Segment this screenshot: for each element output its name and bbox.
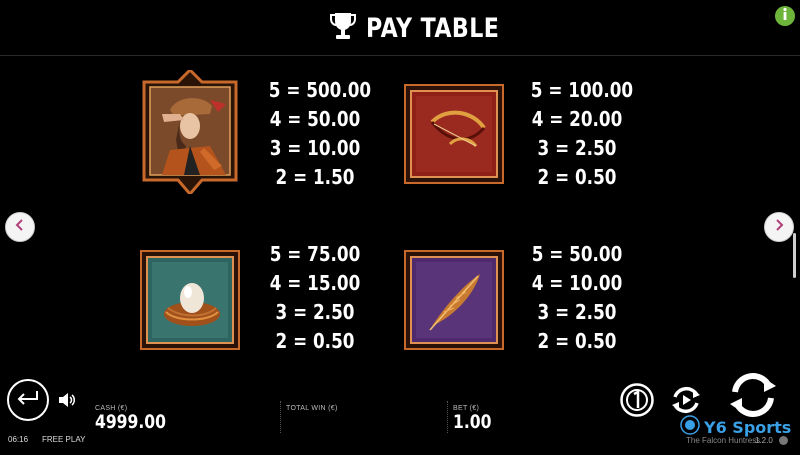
- chevron-left-icon: [14, 218, 26, 237]
- egg-nest-symbol: [140, 250, 240, 355]
- page-title: PAY TABLE: [366, 12, 500, 44]
- watermark-text: Y6 Sports: [704, 418, 792, 437]
- feather-symbol: [404, 250, 504, 355]
- header: PAY TABLE: [0, 0, 800, 56]
- trophy-icon: [330, 11, 356, 46]
- pay-line: 2 = 0.50: [275, 329, 355, 353]
- sound-toggle[interactable]: [58, 392, 76, 413]
- pay-line: 3 = 2.50: [275, 300, 355, 324]
- huntress-symbol: [140, 67, 240, 199]
- chevron-right-icon: [773, 218, 785, 237]
- pay-line: 2 = 0.50: [537, 165, 617, 189]
- pay-line: 3 = 2.50: [537, 300, 617, 324]
- pay-line: 3 = 2.50: [537, 136, 617, 160]
- pay-line: 5 = 50.00: [531, 242, 623, 266]
- settings-dot-icon[interactable]: [779, 436, 788, 445]
- mode-label: FREE PLAY: [42, 435, 86, 444]
- back-button[interactable]: [7, 379, 49, 421]
- bet-value: 1.00: [453, 411, 492, 433]
- coin-bet-button[interactable]: [620, 383, 654, 422]
- pay-line: 4 = 20.00: [531, 107, 623, 131]
- clock: 06:16: [8, 435, 29, 444]
- divider: [447, 401, 448, 433]
- footer-bar: CASH (€) 4999.00 TOTAL WIN (€) BET (€) 1…: [0, 370, 800, 455]
- title-wrap: PAY TABLE: [330, 10, 529, 46]
- pay-line: 5 = 500.00: [268, 78, 372, 102]
- pay-line: 2 = 1.50: [275, 165, 355, 189]
- pay-line: 4 = 15.00: [269, 271, 361, 295]
- total-win-label: TOTAL WIN (€): [286, 405, 338, 412]
- coin-icon: [620, 383, 654, 421]
- bow-symbol: [404, 84, 504, 189]
- cash-value: 4999.00: [95, 411, 166, 433]
- bow-pays: 5 = 100.00 4 = 20.00 3 = 2.50 2 = 0.50: [522, 76, 634, 192]
- pay-line: 3 = 10.00: [269, 136, 361, 160]
- egg-nest-pays: 5 = 75.00 4 = 15.00 3 = 2.50 2 = 0.50: [260, 240, 370, 356]
- prev-page-button[interactable]: [5, 212, 35, 242]
- huntress-pays: 5 = 500.00 4 = 50.00 3 = 10.00 2 = 1.50: [260, 76, 372, 192]
- speaker-icon: [58, 393, 76, 412]
- pay-line: 5 = 75.00: [269, 242, 361, 266]
- pay-line: 4 = 10.00: [531, 271, 623, 295]
- pay-line: 5 = 100.00: [530, 78, 634, 102]
- pay-line: 4 = 50.00: [269, 107, 361, 131]
- game-name: The Falcon Huntress: [686, 436, 761, 445]
- version-label: 1.2.0: [755, 436, 773, 445]
- next-page-button[interactable]: [764, 212, 794, 242]
- info-icon: [780, 7, 790, 26]
- feather-pays: 5 = 50.00 4 = 10.00 3 = 2.50 2 = 0.50: [522, 240, 632, 356]
- return-arrow-icon: [15, 389, 41, 412]
- scrollbar[interactable]: [793, 233, 796, 278]
- divider: [280, 401, 281, 433]
- info-button[interactable]: [775, 6, 795, 26]
- pay-line: 2 = 0.50: [537, 329, 617, 353]
